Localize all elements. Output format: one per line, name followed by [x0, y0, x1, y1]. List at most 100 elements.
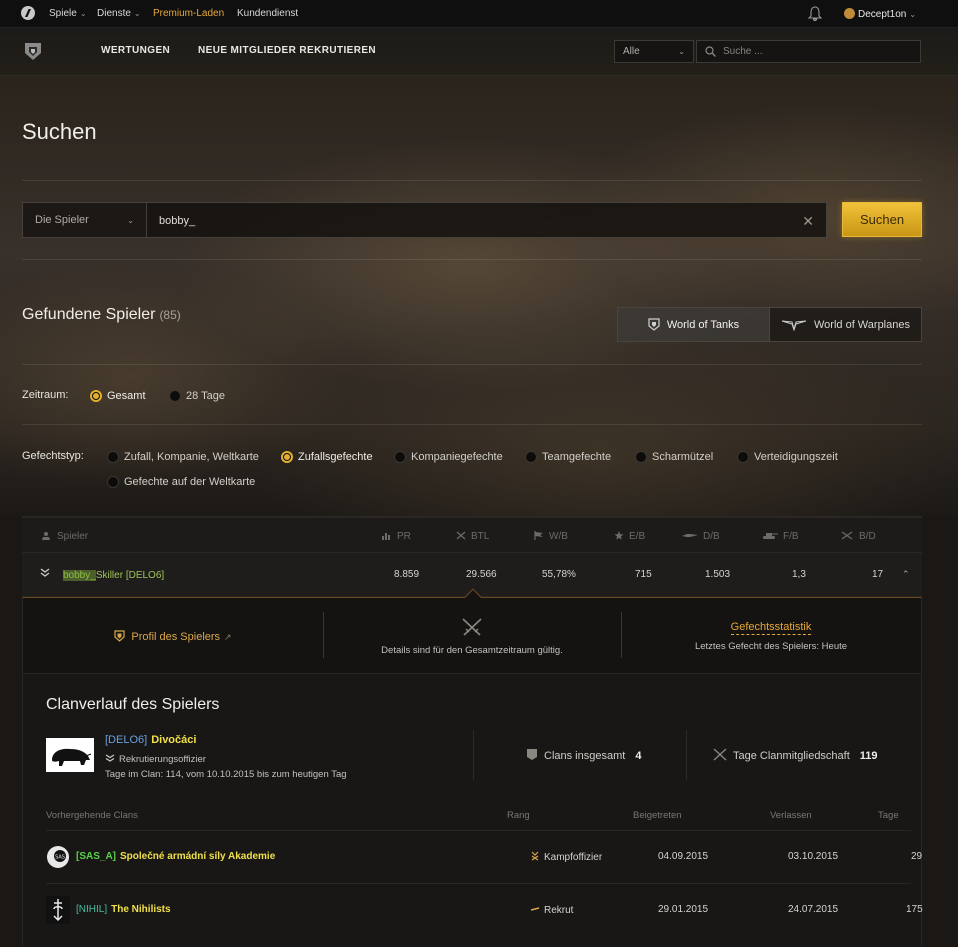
- collapse-caret-icon[interactable]: ⌃: [902, 569, 910, 580]
- col-beigetreten: Beigetreten: [633, 810, 682, 821]
- cell-btl: 29.566: [466, 569, 497, 580]
- col-spieler[interactable]: Spieler: [42, 531, 88, 542]
- prev-joined: 04.09.2015: [658, 851, 709, 862]
- current-clan: [DELO6] Divočáci: [105, 734, 196, 746]
- clan-nihil-logo-icon: [46, 896, 70, 924]
- divider: [22, 180, 922, 181]
- cell-bd: 17: [872, 569, 884, 580]
- prev-left: 03.10.2015: [788, 851, 839, 862]
- stats-column: Gefechtsstatistik Letztes Gefecht des Sp…: [621, 598, 921, 675]
- radio-gesamt[interactable]: Gesamt: [90, 390, 146, 402]
- player-icon: [42, 532, 50, 540]
- radio-gefechte-weltkarte[interactable]: Gefechte auf der Weltkarte: [107, 476, 255, 488]
- cell-db: 1.503: [705, 569, 731, 580]
- divider: [22, 424, 922, 425]
- col-db[interactable]: D/B: [682, 531, 720, 542]
- background-art: [0, 76, 958, 516]
- radio-verteidigungszeit[interactable]: Verteidigungszeit: [737, 451, 838, 463]
- prev-days: 175: [906, 904, 923, 915]
- top-search-input[interactable]: Suche ...: [696, 40, 921, 63]
- col-fb[interactable]: F/B: [762, 531, 799, 542]
- damage-icon: [682, 534, 698, 537]
- nav-premium-laden[interactable]: Premium-Laden: [153, 8, 224, 19]
- clans-total: Clans insgesamt 4: [526, 748, 641, 762]
- rank-chevron-icon: [105, 754, 115, 762]
- col-pr[interactable]: PR: [382, 531, 411, 542]
- top-bar: Spiele ⌄ Dienste ⌄ Premium-Laden Kundendie…: [0, 0, 958, 28]
- clan-history-panel: Clanverlauf des Spielers [DELO6] Divočáci…: [22, 674, 923, 947]
- radio-scharmuetzel[interactable]: Scharmützel: [635, 451, 713, 463]
- crossed-swords-icon: [456, 531, 466, 540]
- col-prev-clans: Vorhergehende Clans: [46, 810, 138, 821]
- col-tage: Tage: [878, 810, 899, 821]
- prev-clan[interactable]: [NIHIL] The Nihilists: [76, 904, 171, 915]
- cell-wb: 55,78%: [542, 569, 576, 580]
- clan-boar-logo-icon[interactable]: [46, 738, 94, 772]
- divider: [22, 259, 922, 260]
- radio-zufall-kompanie-weltkarte[interactable]: Zufall, Kompanie, Weltkarte: [107, 451, 259, 463]
- radio-teamgefechte[interactable]: Teamgefechte: [525, 451, 611, 463]
- last-battle: Letztes Gefecht des Spielers: Heute: [694, 641, 848, 652]
- clan-history-title: Clanverlauf des Spielers: [46, 696, 220, 713]
- shield-icon: [114, 630, 125, 642]
- clan-portal-emblem-icon[interactable]: [22, 40, 44, 62]
- separator: [686, 730, 687, 780]
- table-row[interactable]: SAS [SAS_A] Společné armádní síly Akademi…: [46, 830, 922, 883]
- search-icon: [705, 46, 716, 57]
- col-wb[interactable]: W/B: [534, 531, 568, 542]
- user-badge-icon: [844, 8, 855, 19]
- crossed-swords-icon: [462, 618, 482, 636]
- prev-rank: Kampfoffizier: [530, 851, 602, 863]
- search-button[interactable]: Suchen: [842, 202, 922, 237]
- col-bd[interactable]: B/D: [840, 531, 876, 542]
- results-title: Gefundene Spieler (85): [22, 306, 181, 323]
- scope-select[interactable]: Alle ⌄: [614, 40, 694, 63]
- rank-insignia-icon: [530, 907, 540, 911]
- nav-dienste[interactable]: Dienste ⌄: [97, 8, 141, 19]
- tab-world-of-tanks[interactable]: World of Tanks: [618, 308, 770, 341]
- nav-kundendienst[interactable]: Kundendienst: [237, 8, 298, 19]
- clear-icon[interactable]: ✕: [802, 213, 814, 230]
- current-role: Rekrutierungsoffizier: [105, 753, 206, 765]
- search-type-select[interactable]: Die Spieler ⌄: [22, 202, 147, 238]
- wargaming-logo-icon[interactable]: [21, 6, 35, 20]
- rank-insignia-icon: [531, 851, 539, 861]
- chevron-down-icon: ⌄: [909, 10, 917, 19]
- results-table-header: Spieler PR BTL W/B E/B D/B F/B B/D: [22, 516, 922, 553]
- profile-link[interactable]: Profil des Spielers ↗: [114, 630, 232, 643]
- divider: [22, 364, 922, 365]
- current-clan-name[interactable]: Divočáci: [151, 734, 196, 746]
- prev-joined: 29.01.2015: [658, 904, 709, 915]
- external-link-icon: ↗: [224, 632, 232, 642]
- col-btl[interactable]: BTL: [456, 531, 489, 542]
- player-name[interactable]: bobby_Skiller [DELO6]: [63, 570, 164, 581]
- tank-shield-icon: [648, 318, 660, 331]
- user-menu[interactable]: Decept1on ⌄: [844, 8, 916, 20]
- period-column: Details sind für den Gesamtzeitraum gült…: [323, 598, 621, 675]
- nav-spiele[interactable]: Spiele ⌄: [49, 8, 87, 19]
- kills-icon: [841, 531, 853, 540]
- tab-world-of-warplanes[interactable]: World of Warplanes: [770, 308, 921, 341]
- clan-sas-logo-icon: SAS: [47, 846, 69, 868]
- player-search-input[interactable]: bobby_ ✕: [146, 202, 827, 238]
- nav-wertungen[interactable]: WERTUNGEN: [101, 45, 170, 56]
- separator: [473, 730, 474, 780]
- battle-stats-link[interactable]: Gefechtsstatistik: [730, 621, 812, 635]
- rating-icon: [382, 533, 390, 540]
- table-row[interactable]: [NIHIL] The Nihilists Rekrut 29.01.2015 2…: [46, 883, 923, 936]
- current-clan-tag[interactable]: [DELO6]: [105, 734, 147, 746]
- chevron-down-icon: ⌄: [79, 9, 87, 18]
- player-detail-panel: Profil des Spielers ↗ Details sind für de…: [22, 588, 922, 675]
- gefechtstyp-label: Gefechtstyp:: [22, 450, 84, 462]
- radio-kompaniegefechte[interactable]: Kompaniegefechte: [394, 451, 503, 463]
- tank-icon: [763, 533, 778, 539]
- bell-icon[interactable]: [808, 6, 822, 21]
- zeitraum-label: Zeitraum:: [22, 389, 69, 401]
- rank-chevron-icon: [40, 568, 50, 577]
- current-clan-since: Tage im Clan: 114, vom 10.10.2015 bis zu…: [105, 769, 347, 780]
- radio-28-tage[interactable]: 28 Tage: [169, 390, 225, 402]
- radio-zufallsgefechte[interactable]: Zufallsgefechte: [281, 451, 373, 463]
- prev-clan[interactable]: [SAS_A] Společné armádní síly Akademie: [76, 851, 275, 862]
- col-eb[interactable]: E/B: [614, 531, 645, 542]
- nav-rekrutieren[interactable]: NEUE MITGLIEDER REKRUTIEREN: [198, 45, 376, 56]
